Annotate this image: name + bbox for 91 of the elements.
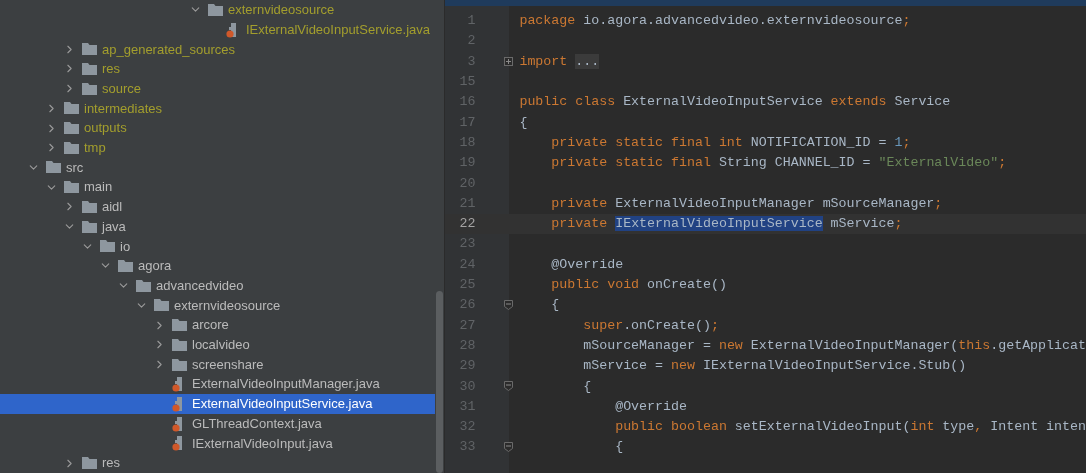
- tree-item[interactable]: source: [0, 78, 435, 99]
- tree-item[interactable]: outputs: [0, 118, 435, 138]
- code-text: public void onCreate(): [550, 276, 727, 295]
- file-name: externvideosource: [228, 1, 335, 20]
- tree-item[interactable]: main: [0, 177, 435, 198]
- folder-icon: [64, 141, 79, 154]
- tree-item[interactable]: intermediates: [0, 98, 435, 119]
- folder-icon: [100, 240, 115, 253]
- folder-icon: [154, 299, 169, 312]
- code-text: @Override: [550, 255, 624, 274]
- file-name: IExternalVideoInput.java: [192, 434, 333, 453]
- code-text: @Override: [614, 397, 687, 416]
- code-text: mService = new IExternalVideoInputService.Stub(): [582, 357, 967, 376]
- file-name: aidl: [102, 198, 123, 217]
- tree-item[interactable]: agora: [0, 256, 435, 276]
- file-name: res: [102, 454, 121, 473]
- code-text: public boolean setExternalVideoInput(int type, Intent inten: [614, 418, 1086, 437]
- file-name: tmp: [84, 139, 106, 157]
- file-name: externvideosource: [174, 296, 281, 315]
- tree-item[interactable]: aidl: [0, 197, 435, 217]
- expand-fold-icon[interactable]: [504, 57, 514, 67]
- scrollbar[interactable]: [436, 291, 444, 473]
- tree-item[interactable]: io: [0, 236, 435, 257]
- code-text: package io.agora.advancedvideo.externvideosource;: [519, 12, 911, 31]
- tree-item[interactable]: IExternalVideoInputService.java: [0, 19, 435, 40]
- tree-item[interactable]: java: [0, 216, 435, 237]
- folder-icon: [64, 122, 79, 135]
- folder-icon: [46, 161, 61, 174]
- tree-item[interactable]: advancedvideo: [0, 275, 435, 296]
- folder-icon: [208, 3, 223, 16]
- code-text: public class ExternalVideoInputService extends Service: [519, 93, 951, 112]
- folder-icon: [82, 82, 97, 95]
- folder-icon: [136, 279, 151, 292]
- collapse-fold-icon[interactable]: [504, 381, 514, 392]
- code-text: private ExternalVideoInputManager mSourceManager;: [550, 194, 943, 213]
- code-text: private static final String CHANNEL_ID = "ExternalVideo";: [550, 154, 1007, 173]
- file-name: source: [102, 79, 142, 98]
- folder-icon: [64, 181, 79, 194]
- folder-icon: [64, 102, 79, 115]
- folder-icon: [172, 358, 187, 371]
- line-number: 22: [458, 215, 476, 234]
- collapse-fold-icon[interactable]: [504, 442, 514, 453]
- tree-item[interactable]: res: [0, 59, 435, 79]
- tree-item[interactable]: GLThreadContext.java: [0, 413, 435, 434]
- code-text: {: [519, 113, 528, 132]
- folder-icon: [82, 43, 97, 56]
- tree-item[interactable]: src: [0, 157, 435, 178]
- tree-item[interactable]: res: [0, 453, 435, 473]
- folder-icon: [82, 200, 97, 213]
- file-name: advancedvideo: [156, 276, 244, 295]
- tree-item[interactable]: externvideosource: [0, 0, 435, 20]
- folder-icon: [118, 260, 133, 272]
- folder-icon: [172, 319, 187, 332]
- code-text: mSourceManager = new ExternalVideoInputManager(this.getApplicat: [582, 336, 1086, 355]
- code-text: {: [550, 296, 560, 315]
- file-name: localvideo: [192, 336, 250, 355]
- file-name: agora: [138, 257, 172, 276]
- code-text: private IExternalVideoInputService mService;: [550, 215, 903, 234]
- file-name: intermediates: [84, 99, 163, 118]
- tree-item[interactable]: IExternalVideoInput.java: [0, 433, 435, 454]
- file-name: IExternalVideoInputService.java: [246, 20, 431, 39]
- tree-item[interactable]: screenshare: [0, 354, 435, 375]
- file-name: ExternalVideoInputService.java: [192, 395, 373, 414]
- folder-icon: [82, 62, 97, 75]
- collapse-fold-icon[interactable]: [504, 300, 514, 311]
- tree-item[interactable]: ExternalVideoInputService.java: [0, 394, 435, 414]
- file-name: src: [66, 158, 84, 177]
- file-name: ap_generated_sources: [102, 40, 235, 59]
- file-name: arcore: [192, 316, 229, 335]
- file-name: ExternalVideoInputManager.java: [192, 375, 380, 394]
- file-name: outputs: [84, 119, 127, 138]
- file-name: java: [102, 217, 126, 236]
- folder-icon: [172, 338, 187, 351]
- code-text: {: [582, 377, 592, 396]
- code-text: private static final int NOTIFICATION_ID = 1;: [550, 133, 911, 152]
- code-text: {: [614, 438, 624, 457]
- code-text: import ...: [519, 52, 600, 71]
- tree-item[interactable]: tmp: [0, 137, 435, 158]
- file-name: screenshare: [192, 355, 264, 374]
- tree-item[interactable]: externvideosource: [0, 295, 435, 316]
- file-name: GLThreadContext.java: [192, 414, 322, 433]
- folder-icon: [82, 457, 97, 469]
- file-name: io: [120, 237, 131, 256]
- tree-item[interactable]: ap_generated_sources: [0, 39, 435, 60]
- folder-icon: [82, 220, 97, 233]
- tree-item[interactable]: ExternalVideoInputManager.java: [0, 374, 435, 395]
- file-name: res: [102, 60, 121, 79]
- code-text: super.onCreate();: [582, 316, 719, 335]
- tree-item[interactable]: arcore: [0, 315, 435, 335]
- tree-item[interactable]: localvideo: [0, 334, 435, 355]
- file-name: main: [84, 178, 113, 197]
